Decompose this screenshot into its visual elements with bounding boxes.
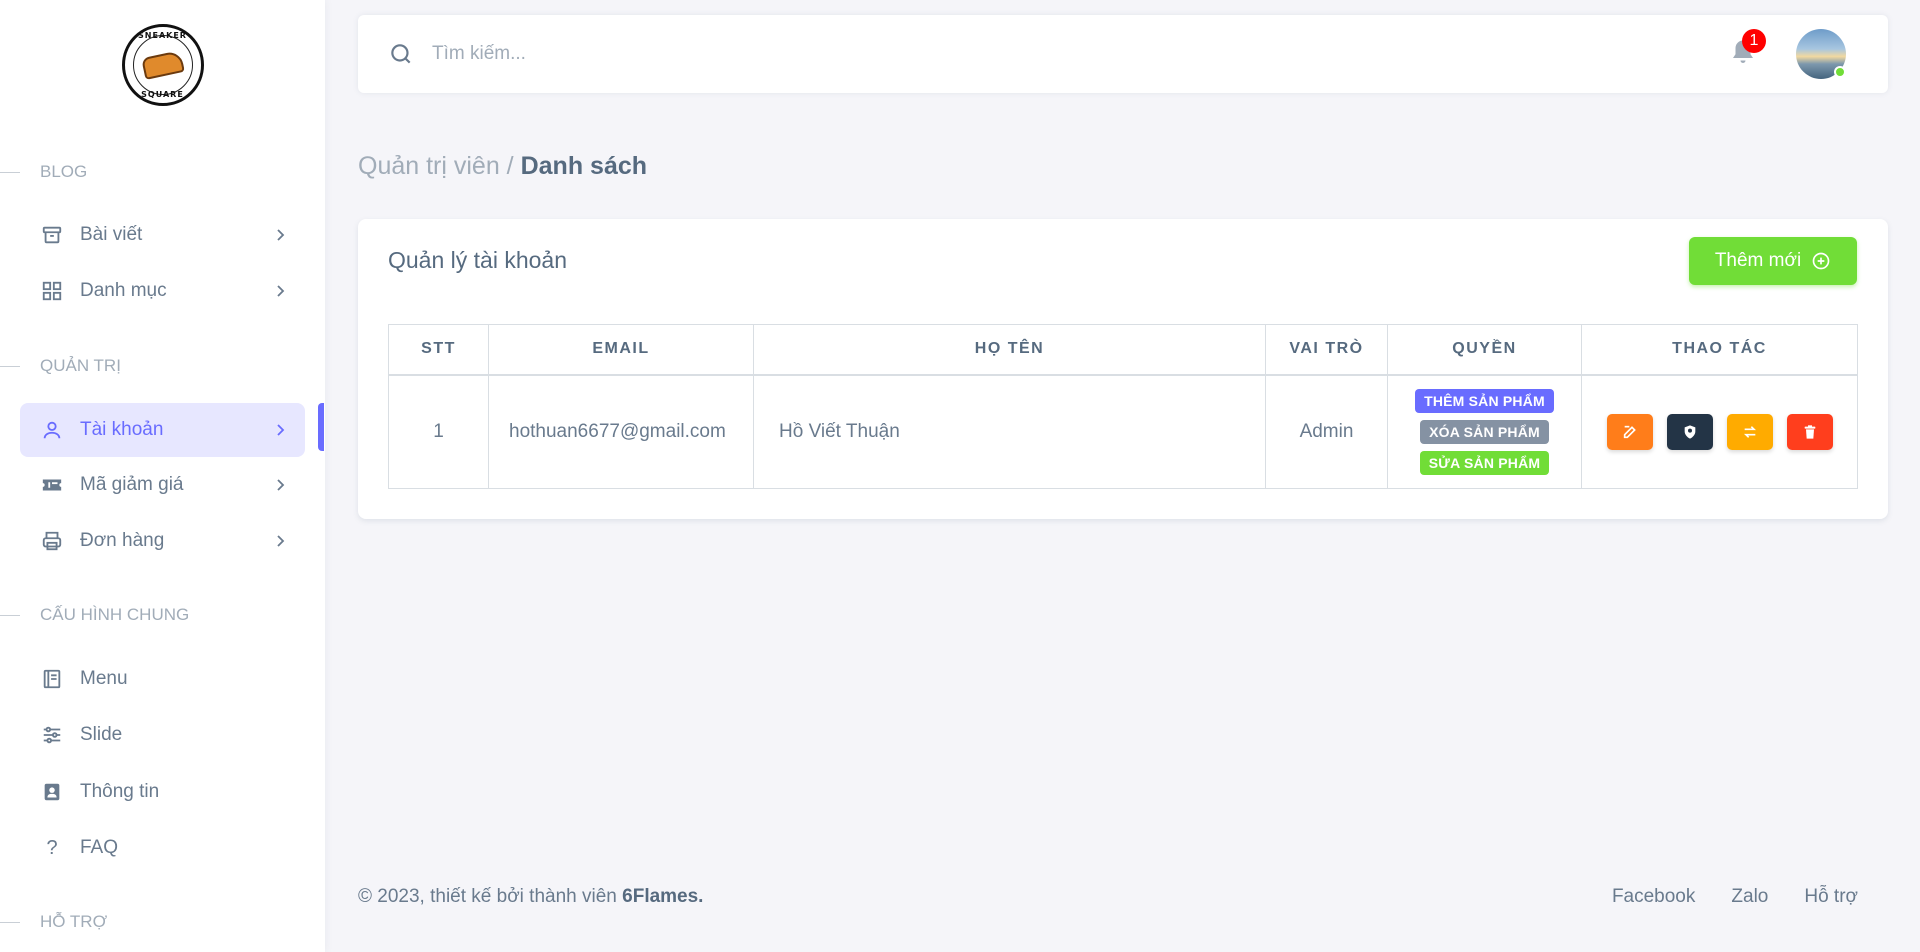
footer-brand[interactable]: 6Flames. (622, 886, 703, 907)
top-navbar: 1 (358, 15, 1888, 93)
footer-link-support[interactable]: Hỗ trợ (1804, 886, 1858, 908)
sliders-icon (40, 723, 64, 747)
permission-badge-edit: SỬA SẢN PHẨM (1419, 450, 1550, 475)
footer-links: Facebook Zalo Hỗ trợ (1612, 886, 1858, 908)
sidebar-item-label: Đơn hàng (80, 530, 165, 551)
menu-header-blog: BLOG (0, 162, 87, 182)
exchange-icon (1743, 425, 1756, 438)
view-button[interactable] (1666, 413, 1713, 450)
notification-badge: 1 (1742, 29, 1766, 53)
sidebar-item-coupons[interactable]: Mã giảm giá (20, 458, 305, 512)
footer: © 2023, thiết kế bởi thành viên 6Flames.… (358, 886, 1858, 908)
accounts-table: STT EMAIL HỌ TÊN VAI TRÒ QUYỀN THAO TÁC … (388, 324, 1858, 489)
cell-name: Hồ Viết Thuận (753, 374, 1266, 489)
cell-stt: 1 (388, 374, 489, 489)
sidebar-item-label: Mã giảm giá (80, 474, 184, 495)
header-dash (0, 614, 20, 616)
permission-badge-add: THÊM SẢN PHẨM (1415, 388, 1554, 413)
user-icon (40, 418, 64, 442)
cell-role: Admin (1265, 374, 1388, 489)
table-row: 1 hothuan6677@gmail.com Hồ Viết Thuận Ad… (388, 374, 1858, 489)
table-header-row: STT EMAIL HỌ TÊN VAI TRÒ QUYỀN THAO TÁC (388, 324, 1858, 376)
menu-header-label: CẤU HÌNH CHUNG (40, 605, 190, 624)
menu-header-config: CẤU HÌNH CHUNG (0, 605, 189, 625)
column-header-email: EMAIL (488, 324, 754, 376)
plus-circle-icon (1811, 251, 1831, 271)
edit-button[interactable] (1606, 413, 1653, 450)
column-header-role: VAI TRÒ (1265, 324, 1388, 376)
sidebar-item-categories[interactable]: Danh mục (20, 264, 305, 318)
active-indicator (318, 403, 324, 451)
shield-icon (1684, 425, 1695, 439)
question-icon: ? (46, 836, 58, 859)
sidebar-item-faq[interactable]: ? FAQ (20, 821, 305, 875)
online-status-dot (1834, 66, 1846, 78)
edit-icon (1623, 425, 1636, 438)
column-header-stt: STT (388, 324, 489, 376)
menu-header-support: HỖ TRỢ (0, 912, 107, 932)
footer-link-facebook[interactable]: Facebook (1612, 886, 1695, 908)
header-dash (0, 171, 20, 173)
permission-badge-delete: XÓA SẢN PHẨM (1420, 419, 1549, 444)
sidebar-item-label: FAQ (80, 837, 119, 858)
column-header-name: HỌ TÊN (753, 324, 1266, 376)
trash-icon (1804, 425, 1815, 439)
add-new-button[interactable]: Thêm mới (1689, 237, 1857, 285)
search-input[interactable] (432, 43, 932, 65)
add-button-label: Thêm mới (1714, 250, 1802, 271)
accounts-card: Quản lý tài khoản Thêm mới STT EMAIL HỌ … (358, 219, 1888, 519)
avatar[interactable] (1796, 29, 1846, 79)
breadcrumb: Quản trị viên / Danh sách (358, 152, 647, 181)
header-dash (0, 365, 20, 367)
footer-link-zalo[interactable]: Zalo (1731, 886, 1768, 908)
sidebar-item-label: Slide (80, 724, 123, 745)
menu-header-label: HỖ TRỢ (40, 912, 108, 931)
sidebar: SNEAKER SQUARE BLOG Bài viết Danh mục QU… (0, 0, 325, 952)
chevron-right-icon (273, 478, 287, 492)
sidebar-item-label: Bài viết (80, 224, 143, 245)
cell-actions (1581, 374, 1858, 489)
grid-icon (40, 279, 64, 303)
menu-header-label: QUẢN TRỊ (40, 356, 121, 375)
menu-header-admin: QUẢN TRỊ (0, 356, 121, 376)
brand-logo[interactable]: SNEAKER SQUARE (121, 24, 204, 106)
cell-email: hothuan6677@gmail.com (488, 374, 754, 489)
sidebar-item-posts[interactable]: Bài viết (20, 208, 305, 262)
sidebar-item-label: Danh mục (80, 280, 167, 301)
breadcrumb-current: Danh sách (520, 152, 648, 180)
breadcrumb-parent[interactable]: Quản trị viên / (358, 152, 514, 180)
sidebar-item-accounts[interactable]: Tài khoản (20, 403, 305, 457)
book-icon (40, 667, 64, 691)
sidebar-item-orders[interactable]: Đơn hàng (20, 514, 305, 568)
cell-permissions: THÊM SẢN PHẨM XÓA SẢN PHẨM SỬA SẢN PHẨM (1387, 374, 1582, 489)
menu-header-label: BLOG (40, 162, 88, 181)
column-header-permissions: QUYỀN (1387, 324, 1582, 376)
switch-button[interactable] (1726, 413, 1773, 450)
search-icon[interactable] (388, 41, 414, 67)
chevron-right-icon (273, 284, 287, 298)
delete-button[interactable] (1786, 413, 1833, 450)
sidebar-item-menu[interactable]: Menu (20, 652, 305, 706)
copyright-text: © 2023, thiết kế bởi thành viên (358, 886, 617, 907)
sidebar-item-slide[interactable]: Slide (20, 708, 305, 762)
chevron-right-icon (273, 423, 287, 437)
archive-icon (40, 223, 64, 247)
sidebar-item-label: Menu (80, 668, 128, 689)
header-dash (0, 921, 20, 923)
column-header-actions: THAO TÁC (1581, 324, 1858, 376)
sidebar-item-info[interactable]: Thông tin (20, 765, 305, 819)
logo-area: SNEAKER SQUARE (0, 0, 325, 130)
logo-bottom-text: SQUARE (141, 90, 184, 99)
printer-icon (40, 529, 64, 553)
contact-icon (40, 780, 64, 804)
logo-top-text: SNEAKER (138, 31, 187, 40)
sidebar-item-label: Thông tin (80, 781, 160, 802)
sidebar-item-label: Tài khoản (80, 419, 164, 440)
ticket-icon (40, 473, 64, 497)
card-title: Quản lý tài khoản (388, 247, 568, 273)
chevron-right-icon (273, 228, 287, 242)
chevron-right-icon (273, 534, 287, 548)
footer-copyright: © 2023, thiết kế bởi thành viên 6Flames. (358, 886, 703, 908)
